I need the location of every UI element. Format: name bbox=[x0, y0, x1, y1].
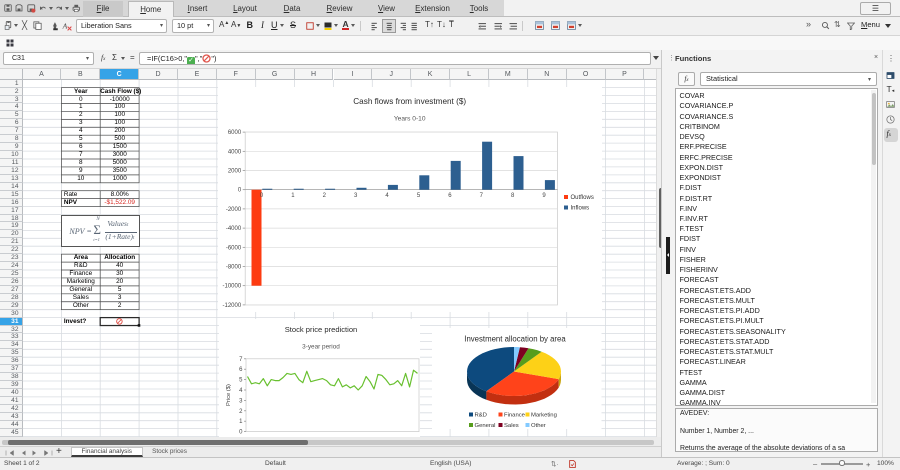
svg-text:A: A bbox=[62, 21, 68, 30]
